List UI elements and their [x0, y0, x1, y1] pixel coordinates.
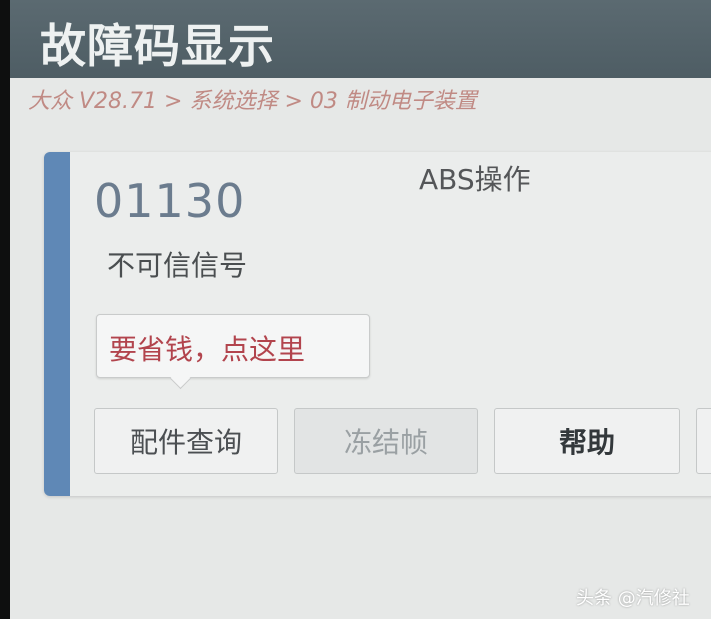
fault-status: ABS操作: [419, 163, 531, 196]
more-button[interactable]: [696, 408, 711, 474]
app-screen: 故障码显示 大众 V28.71 > 系统选择 > 03 制动电子装置 01130…: [10, 0, 711, 619]
freeze-frame-button[interactable]: 冻结帧: [294, 408, 478, 474]
save-money-promo[interactable]: 要省钱，点这里: [96, 314, 370, 390]
page-title: 故障码显示: [40, 19, 275, 73]
fault-description: 不可信信号: [107, 249, 248, 282]
promo-pointer: [169, 367, 192, 390]
promo-label: 要省钱，点这里: [109, 333, 306, 366]
fault-code: 01130: [94, 174, 246, 228]
watermark: 头条 @汽修社: [576, 588, 690, 609]
parts-lookup-button[interactable]: 配件查询: [94, 408, 278, 474]
title-bar: 故障码显示: [10, 0, 711, 78]
breadcrumb[interactable]: 大众 V28.71 > 系统选择 > 03 制动电子装置: [28, 83, 477, 115]
card-accent-bar: [44, 152, 70, 496]
fault-card: 01130 不可信信号 ABS操作 要省钱，点这里 配件查询 冻结帧 帮助: [44, 152, 711, 496]
help-button[interactable]: 帮助: [494, 408, 680, 474]
